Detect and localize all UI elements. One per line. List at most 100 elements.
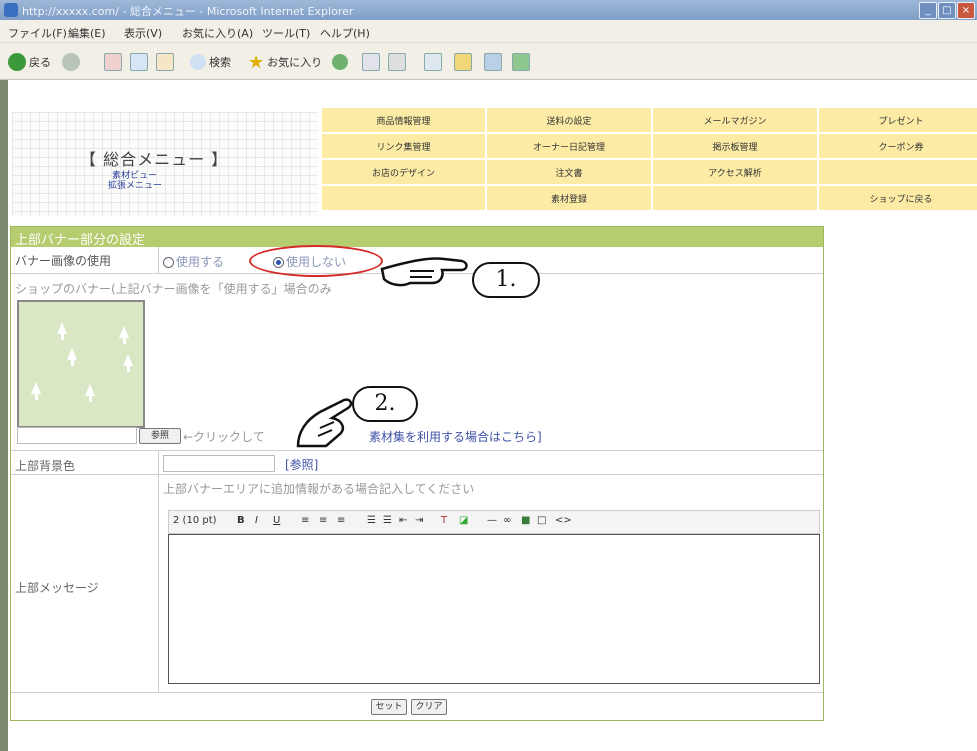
tree-icon (119, 326, 129, 338)
annotation-bubble-1: 1. (472, 262, 540, 298)
radio-use-label: 使用する (176, 255, 225, 269)
shop-banner-label: ショップのバナー(上記バナー画像を「使用する」場合のみ (15, 282, 332, 296)
tree-icon (123, 354, 133, 366)
menu-file[interactable]: ファイル(F) (8, 25, 67, 41)
underline-button[interactable]: U (273, 515, 280, 526)
nav-coupon[interactable]: クーポン券 (819, 134, 977, 158)
window-title: http://xxxxx.com/ - 総合メニュー - Microsoft I… (22, 5, 354, 18)
tree-icon (67, 348, 77, 360)
banner-image-preview (17, 300, 145, 428)
bg-color-label: 上部背景色 (15, 459, 76, 473)
nav-back-to-shop[interactable]: ショップに戻る (819, 186, 977, 210)
menu-favorites[interactable]: お気に入り(A) (182, 25, 253, 41)
home-button[interactable] (156, 52, 174, 72)
horizontal-rule-icon[interactable]: — (487, 515, 497, 526)
align-right-icon[interactable]: ≡ (337, 515, 345, 526)
menu-view[interactable]: 表示(V) (124, 25, 162, 41)
edit-button[interactable] (424, 52, 442, 72)
search-icon (190, 54, 206, 70)
extended-menu-link[interactable]: 拡張メニュー (108, 178, 162, 191)
nav-product-management[interactable]: 商品情報管理 (322, 108, 485, 132)
maximize-button[interactable]: □ (938, 2, 956, 19)
set-button[interactable]: セット (371, 699, 407, 715)
highlight-icon[interactable]: ◪ (459, 515, 468, 526)
indent-icon[interactable]: ⇥ (415, 515, 423, 526)
tree-icon (31, 382, 41, 394)
mail-button[interactable] (362, 52, 380, 72)
align-left-icon[interactable]: ≡ (301, 515, 309, 526)
tree-icon (85, 384, 95, 396)
radio-use[interactable]: 使用する (163, 253, 224, 270)
menu-help[interactable]: ヘルプ(H) (320, 25, 370, 41)
banner-settings-form: 上部バナー部分の設定 バナー画像の使用 使用する 使用しない ショップのバナー(… (10, 226, 824, 721)
home-icon (156, 53, 174, 71)
divider (158, 451, 159, 475)
section-header: 上部バナー部分の設定 (11, 227, 823, 248)
italic-button[interactable]: I (255, 515, 258, 526)
nav-access-analysis[interactable]: アクセス解析 (653, 160, 817, 184)
tree-trunk (35, 394, 38, 400)
html-source-icon[interactable]: <> (555, 515, 572, 526)
annotation-bubble-2: 2. (352, 386, 418, 422)
history-button[interactable] (332, 52, 348, 72)
minimize-button[interactable]: _ (919, 2, 937, 19)
banner-file-input[interactable] (17, 427, 137, 444)
tree-trunk (89, 396, 92, 402)
close-button[interactable]: × (957, 2, 975, 19)
forward-button[interactable] (62, 52, 80, 72)
divider (158, 475, 159, 693)
refresh-button[interactable] (130, 52, 148, 72)
font-size-select[interactable]: 2 (10 pt) (173, 515, 217, 526)
nav-order-form[interactable]: 注文書 (487, 160, 651, 184)
banner-use-label: バナー画像の使用 (15, 254, 112, 268)
search-button[interactable]: 検索 (190, 52, 231, 72)
research-button[interactable] (484, 52, 502, 72)
bg-color-input[interactable] (163, 455, 275, 472)
divider (158, 247, 159, 273)
link-icon[interactable]: ∞ (503, 515, 511, 526)
favorites-label: お気に入り (267, 56, 323, 69)
rich-text-toolbar: 2 (10 pt) B I U ≡ ≡ ≡ ☰ ☰ ⇤ ⇥ T ◪ — ∞ ■ … (168, 510, 820, 534)
print-button[interactable] (388, 52, 406, 72)
nav-present[interactable]: プレゼント (819, 108, 977, 132)
mail-icon (362, 53, 380, 71)
align-center-icon[interactable]: ≡ (319, 515, 327, 526)
table-icon[interactable]: □ (537, 515, 546, 526)
menu-bar: ファイル(F) 編集(E) 表示(V) お気に入り(A) ツール(T) ヘルプ(… (0, 20, 977, 43)
tree-trunk (127, 366, 130, 372)
material-library-link[interactable]: 素材集を利用する場合はこちら] (369, 428, 542, 445)
nav-shop-design[interactable]: お店のデザイン (322, 160, 485, 184)
menu-tools[interactable]: ツール(T) (262, 25, 310, 41)
image-icon[interactable]: ■ (521, 515, 530, 526)
radio-use-button[interactable] (163, 257, 174, 268)
stop-button[interactable] (104, 52, 122, 72)
nav-shipping-settings[interactable]: 送料の設定 (487, 108, 651, 132)
messenger-icon (512, 53, 530, 71)
favorites-button[interactable]: ★ お気に入り (248, 51, 323, 73)
bold-button[interactable]: B (237, 515, 245, 526)
bg-color-row: 上部背景色 [参照] (11, 450, 823, 475)
browse-button[interactable]: 参照 (139, 428, 181, 444)
clear-button[interactable]: クリア (411, 699, 447, 715)
back-label: 戻る (29, 56, 51, 69)
message-label: 上部メッセージ (15, 581, 99, 595)
ordered-list-icon[interactable]: ☰ (367, 515, 376, 526)
menu-edit[interactable]: 編集(E) (68, 25, 106, 41)
folder-button[interactable] (454, 52, 472, 72)
nav-bbs-management[interactable]: 掲示板管理 (653, 134, 817, 158)
unordered-list-icon[interactable]: ☰ (383, 515, 392, 526)
back-button[interactable]: 戻る (8, 52, 51, 72)
message-editor[interactable] (168, 534, 820, 684)
nav-material-register[interactable]: 素材登録 (487, 186, 651, 210)
nav-owner-diary[interactable]: オーナー日記管理 (487, 134, 651, 158)
star-icon: ★ (248, 51, 265, 73)
nav-mail-magazine[interactable]: メールマガジン (653, 108, 817, 132)
pointing-hand-icon (380, 257, 468, 287)
print-icon (388, 53, 406, 71)
nav-link-management[interactable]: リンク集管理 (322, 134, 485, 158)
nav-empty-3 (653, 186, 817, 210)
bg-color-ref-link[interactable]: [参照] (285, 456, 318, 473)
text-color-icon[interactable]: T (441, 515, 447, 526)
messenger-button[interactable] (512, 52, 530, 72)
outdent-icon[interactable]: ⇤ (399, 515, 407, 526)
